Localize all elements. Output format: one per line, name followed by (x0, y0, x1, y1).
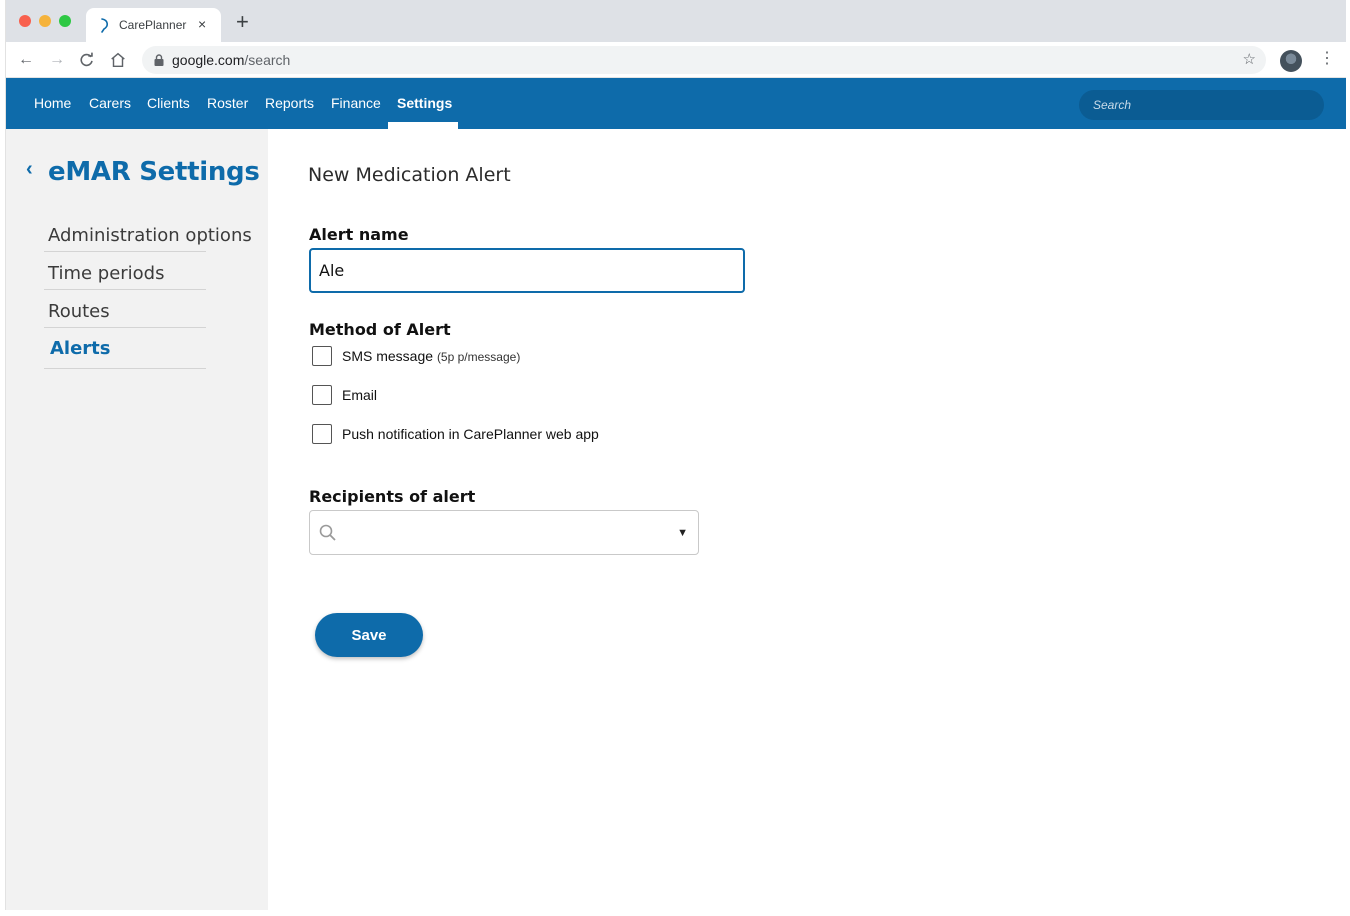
maximize-window-button[interactable] (59, 15, 71, 27)
new-tab-button[interactable]: + (236, 11, 249, 33)
active-nav-indicator (388, 122, 458, 129)
lock-icon (154, 54, 164, 66)
search-icon (319, 524, 336, 541)
main-content: New Medication Alert Alert name Method o… (268, 129, 1346, 910)
settings-sidebar: ‹ eMAR Settings Administration options T… (6, 129, 268, 910)
nav-reports[interactable]: Reports (265, 95, 314, 111)
careplanner-favicon-icon (101, 18, 108, 33)
alert-name-input[interactable] (309, 248, 745, 293)
forward-arrow-icon[interactable]: → (47, 50, 67, 70)
save-button[interactable]: Save (315, 613, 423, 657)
page-title: New Medication Alert (308, 164, 511, 186)
minimize-window-button[interactable] (39, 15, 51, 27)
address-bar[interactable]: google.com/search ☆ (142, 46, 1266, 74)
email-checkbox[interactable] (312, 385, 332, 405)
sms-price-note: (5p p/message) (436, 350, 521, 364)
nav-home[interactable]: Home (34, 95, 71, 111)
browser-tab[interactable]: CarePlanner × (86, 8, 221, 42)
back-chevron-icon[interactable]: ‹ (26, 157, 33, 181)
app-search-box[interactable] (1079, 90, 1324, 120)
back-arrow-icon[interactable]: ← (16, 50, 36, 70)
close-window-button[interactable] (19, 15, 31, 27)
sidebar-item-routes[interactable]: Routes (44, 301, 206, 328)
url-path: /search (244, 52, 291, 68)
nav-clients[interactable]: Clients (147, 95, 190, 111)
app-nav-bar: Home Carers Clients Roster Reports Finan… (6, 78, 1346, 129)
method-of-alert-label: Method of Alert (309, 320, 451, 339)
chevron-down-icon: ▼ (677, 527, 688, 539)
browser-menu-icon[interactable]: ⋮ (1319, 49, 1335, 69)
nav-finance[interactable]: Finance (331, 95, 381, 111)
home-icon[interactable] (109, 51, 127, 69)
profile-avatar[interactable] (1280, 50, 1302, 72)
tab-strip: CarePlanner × + (6, 0, 1346, 42)
url-host: google.com (172, 52, 245, 68)
reload-icon[interactable] (78, 51, 96, 69)
sidebar-item-administration-options[interactable]: Administration options (44, 225, 252, 252)
app-search-input[interactable] (1093, 96, 1313, 114)
nav-settings[interactable]: Settings (397, 95, 452, 111)
email-label: Email (342, 387, 378, 403)
browser-toolbar: ← → google.com/search ☆ ⋮ (6, 42, 1346, 78)
recipients-select[interactable]: ▼ (309, 510, 699, 555)
browser-window: CarePlanner × + ← → google.com/search ☆ … (5, 0, 1346, 910)
alert-name-label: Alert name (309, 225, 409, 244)
push-label: Push notification in CarePlanner web app (342, 426, 599, 442)
tab-title: CarePlanner (119, 18, 187, 32)
nav-roster[interactable]: Roster (207, 95, 248, 111)
sidebar-item-alerts[interactable]: Alerts (44, 338, 206, 369)
recipients-label: Recipients of alert (309, 487, 476, 506)
sms-label: SMS message (5p p/message) (342, 348, 520, 364)
sms-checkbox[interactable] (312, 346, 332, 366)
bookmark-star-icon[interactable]: ☆ (1243, 51, 1256, 69)
close-tab-icon[interactable]: × (198, 16, 206, 32)
push-checkbox[interactable] (312, 424, 332, 444)
nav-carers[interactable]: Carers (89, 95, 131, 111)
sidebar-item-time-periods[interactable]: Time periods (44, 263, 206, 290)
sidebar-title: eMAR Settings (48, 157, 260, 187)
sms-label-text: SMS message (342, 348, 434, 364)
url-text: google.com/search (172, 52, 290, 68)
